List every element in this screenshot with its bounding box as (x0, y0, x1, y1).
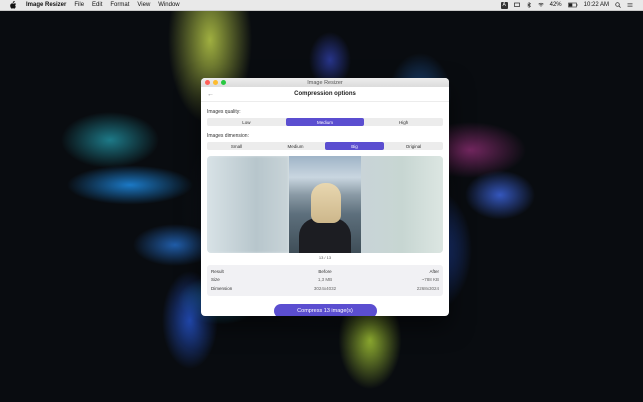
battery-icon[interactable] (567, 2, 578, 8)
menu-bar: Image Resizer File Edit Format View Wind… (0, 0, 643, 11)
table-row: Size 1,3 MB ~788 KB (211, 276, 439, 285)
page-title: Compression options (294, 91, 356, 97)
dimension-label: Images dimension: (207, 133, 249, 139)
quality-option-medium[interactable]: Medium (285, 118, 365, 126)
quality-label: Images quality: (207, 109, 241, 115)
col-after: After (429, 268, 439, 274)
menu-edit[interactable]: Edit (92, 2, 102, 8)
dimension-option-big[interactable]: Big (325, 142, 384, 150)
window-titlebar[interactable]: Image Resizer (201, 78, 449, 87)
bluetooth-icon[interactable] (526, 2, 532, 8)
dimension-segmented-control: Small Medium Big Original (207, 142, 443, 150)
menu-file[interactable]: File (74, 2, 84, 8)
dimension-option-small[interactable]: Small (207, 142, 266, 150)
row-after: ~788 KB (421, 277, 439, 283)
menu-clock[interactable]: 10:22 AM (584, 2, 609, 8)
quality-option-high[interactable]: High (364, 118, 443, 126)
keyboard-input-icon[interactable]: A (500, 1, 508, 9)
app-menu[interactable]: Image Resizer (26, 2, 66, 8)
menu-window[interactable]: Window (158, 2, 179, 8)
table-row: Dimension 3024x4032 2268x3024 (211, 284, 439, 293)
image-preview-carousel[interactable] (207, 156, 443, 253)
wifi-icon[interactable] (537, 2, 544, 8)
quality-option-low[interactable]: Low (207, 118, 286, 126)
menu-format[interactable]: Format (110, 2, 129, 8)
col-result: Result (211, 268, 224, 274)
control-center-icon[interactable] (627, 2, 633, 8)
row-label: Size (211, 277, 220, 283)
window-title: Image Resizer (307, 79, 343, 86)
dimension-option-original[interactable]: Original (384, 142, 443, 150)
battery-percent: 42% (549, 2, 562, 8)
compression-stats-table: Result Before After Size 1,3 MB ~788 KB … (207, 265, 443, 296)
dimension-option-medium[interactable]: Medium (266, 142, 325, 150)
col-before: Before (318, 268, 332, 274)
previous-image-thumbnail[interactable] (207, 156, 289, 253)
row-before: 3024x4032 (313, 285, 337, 291)
row-before: 1,3 MB (317, 277, 333, 283)
back-arrow-icon[interactable]: ← (207, 91, 214, 98)
row-label: Dimension (211, 285, 233, 291)
screen-icon[interactable] (513, 2, 520, 8)
options-header: ← Compression options (201, 87, 449, 102)
stats-header-row: Result Before After (211, 267, 439, 276)
next-image-thumbnail[interactable] (361, 156, 443, 253)
photo-subject-body (299, 218, 351, 253)
quality-segmented-control: Low Medium High (207, 118, 443, 126)
compress-button[interactable]: Compress 13 image(s) (273, 303, 377, 316)
row-after: 2268x3024 (416, 285, 439, 291)
image-counter: 13 / 13 (318, 255, 332, 260)
current-image (289, 156, 361, 253)
apple-icon[interactable] (8, 1, 18, 9)
status-area: A 42% 10:22 AM (500, 1, 633, 9)
search-icon[interactable] (615, 2, 621, 8)
menu-view[interactable]: View (137, 2, 150, 8)
image-resizer-window: Image Resizer ← Compression options Imag… (201, 78, 449, 316)
photo-subject-hair (311, 183, 341, 223)
